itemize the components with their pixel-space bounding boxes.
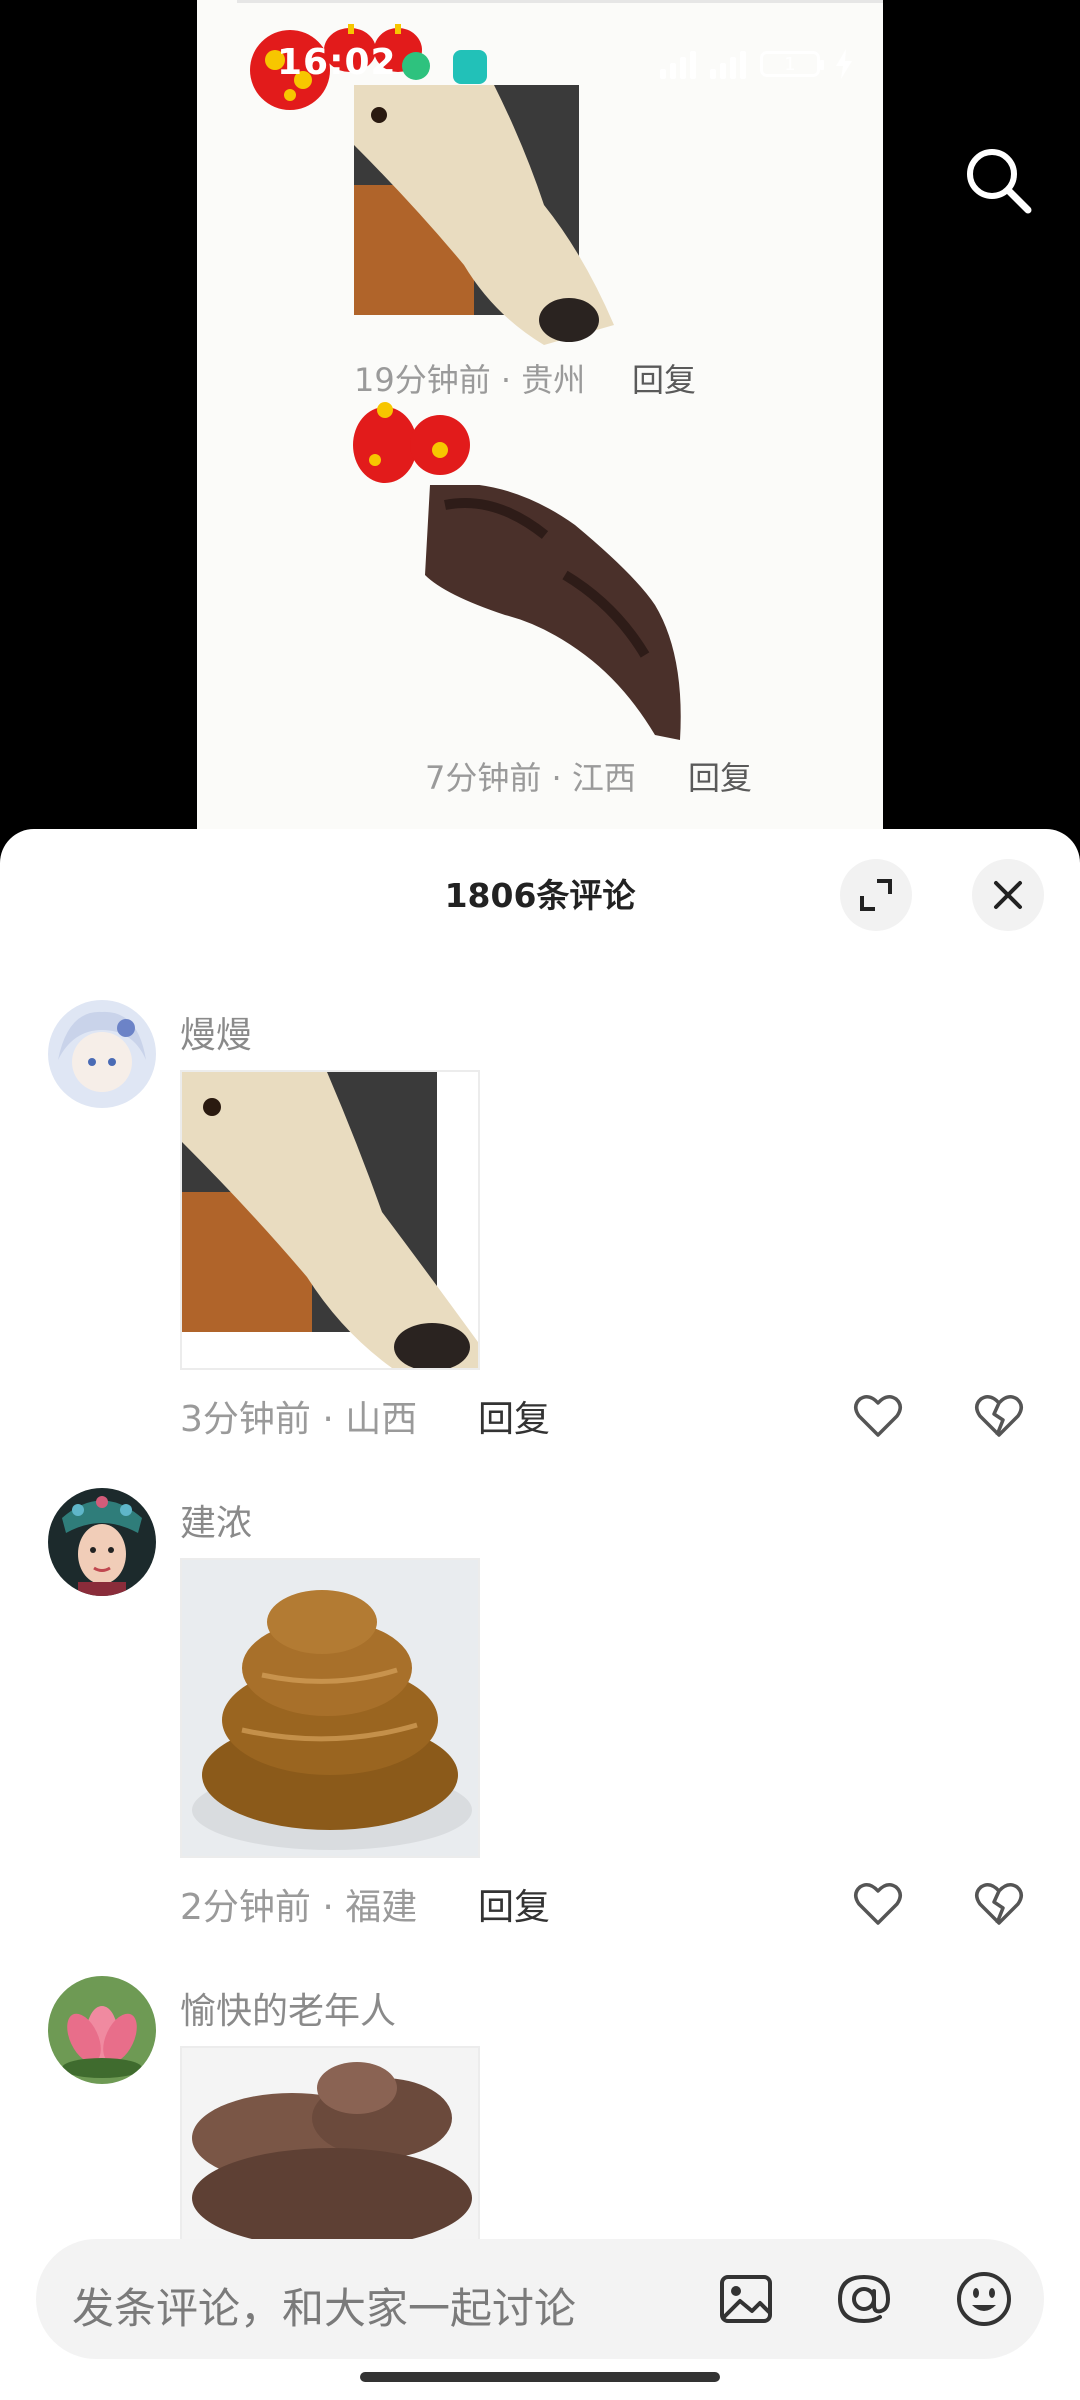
app-notification-icon <box>402 52 430 80</box>
comment-image[interactable] <box>180 2046 480 2246</box>
reply-button[interactable]: 回复 <box>632 355 696 401</box>
avatar[interactable] <box>48 1488 156 1596</box>
broken-heart-icon[interactable] <box>973 1390 1025 1442</box>
app-notification-icon <box>453 50 487 84</box>
dog-sticker-image <box>182 1072 478 1368</box>
comment-meta: 7分钟前 · 江西 <box>425 759 636 797</box>
dog-sticker-image <box>354 85 614 345</box>
comment-meta: 2分钟前 · 福建 <box>180 1887 418 1928</box>
divider <box>237 0 883 3</box>
reply-button[interactable]: 回复 <box>478 1390 550 1442</box>
anime-girl-avatar-image <box>48 1000 156 1108</box>
battery-level: 1 <box>784 53 796 75</box>
expand-icon <box>860 879 892 911</box>
image-icon[interactable] <box>716 2269 776 2329</box>
heart-icon[interactable] <box>852 1878 904 1930</box>
status-time: 16:02 <box>277 42 397 83</box>
signal-icon <box>660 49 696 79</box>
avatar[interactable] <box>48 1976 156 2084</box>
signal-icon <box>710 49 746 79</box>
comment-input-placeholder: 发条评论，和大家一起讨论 <box>72 2284 577 2333</box>
emoji-icon[interactable] <box>954 2269 1014 2329</box>
status-icons: 1 <box>660 44 854 84</box>
lantern-sticker-decoration <box>353 402 470 483</box>
comment-meta: 19分钟前 · 贵州 <box>354 361 586 399</box>
comment-meta: 3分钟前 · 山西 <box>180 1399 418 1440</box>
video-background[interactable]: 16:02 1 19分钟前 · 贵州 回复 7分钟前 · 江西 回复 <box>0 0 1080 830</box>
charging-icon <box>836 49 852 79</box>
home-indicator[interactable] <box>360 2372 720 2382</box>
reply-button[interactable]: 回复 <box>478 1878 550 1930</box>
comment-sheet: 1806条评论 熳熳 3分钟前 · 山西 回复 建浓 2分钟前 · 福建 回复 … <box>0 829 1080 2400</box>
search-icon[interactable] <box>958 140 1038 220</box>
heart-icon[interactable] <box>852 1390 904 1442</box>
close-icon <box>994 881 1022 909</box>
comment-username[interactable]: 熳熳 <box>180 1006 252 1058</box>
reply-button[interactable]: 回复 <box>688 753 752 799</box>
at-icon[interactable] <box>834 2269 894 2329</box>
avatar[interactable] <box>48 1000 156 1108</box>
battery-icon: 1 <box>760 51 824 77</box>
poop-image <box>182 1560 478 1856</box>
comment-username[interactable]: 建浓 <box>180 1494 252 1546</box>
poop-image <box>182 2048 478 2246</box>
comment-count-title: 1806条评论 <box>444 876 636 915</box>
woman-portrait-avatar-image <box>48 1488 156 1596</box>
expand-button[interactable] <box>840 859 912 931</box>
lotus-flower-avatar-image <box>48 1976 156 2084</box>
comment-username[interactable]: 愉快的老年人 <box>180 1982 396 2034</box>
comment-image[interactable] <box>180 1070 480 1370</box>
comment-image[interactable] <box>180 1558 480 1858</box>
comment-input[interactable]: 发条评论，和大家一起讨论 <box>36 2239 1044 2359</box>
close-button[interactable] <box>972 859 1044 931</box>
poop-sticker-image <box>425 485 681 740</box>
broken-heart-icon[interactable] <box>973 1878 1025 1930</box>
